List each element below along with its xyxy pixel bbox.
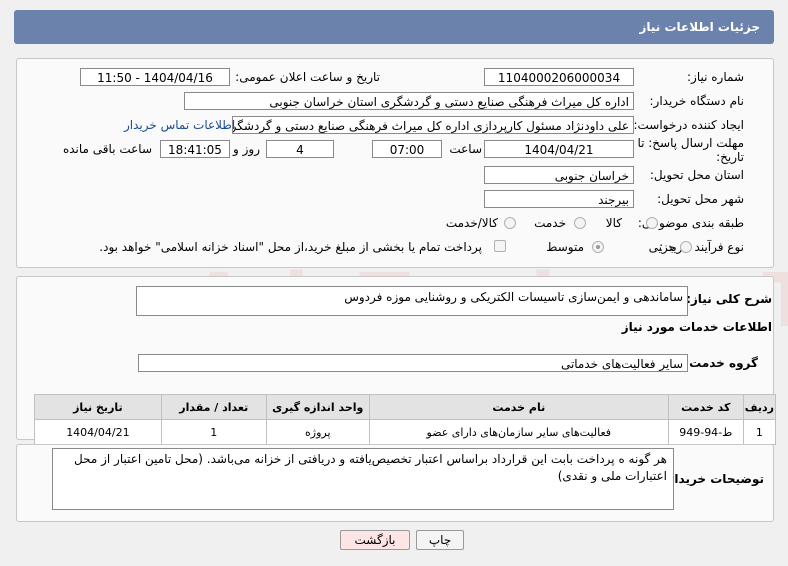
- summary-text: ساماندهی و ایمن‌سازی تاسیسات الکتریکی و …: [344, 290, 683, 304]
- col-service-name: نام خدمت: [368, 394, 669, 420]
- deadline-time-field: 07:00: [372, 140, 442, 158]
- need-number-field: 1104000206000034: [484, 68, 634, 86]
- buyer-notes-label: توضیحات خریدار:: [662, 472, 764, 486]
- process-minor-label: جزیی: [648, 240, 676, 254]
- cell-service-code: ط-94-949: [667, 419, 744, 445]
- treasury-payment-checkbox[interactable]: [494, 240, 506, 252]
- deadline-date-label: تاریخ:: [716, 150, 744, 164]
- remaining-days-field: 4: [266, 140, 334, 158]
- col-row-number: ردیف: [742, 394, 777, 420]
- process-minor-radio[interactable]: [680, 241, 692, 253]
- back-button[interactable]: بازگشت: [340, 530, 410, 550]
- category-service-label: خدمت: [534, 216, 566, 230]
- buyer-org-field: اداره کل میراث فرهنگی صنایع دستی و گردشگ…: [184, 92, 634, 110]
- category-goods-service-radio[interactable]: [504, 217, 516, 229]
- need-number-label: شماره نیاز:: [687, 70, 744, 84]
- process-medium-label: متوسط: [546, 240, 584, 254]
- cell-service-name: فعالیت‌های سایر سازمان‌های دارای عضو: [368, 419, 669, 445]
- col-unit: واحد اندازه گیری: [265, 394, 370, 420]
- print-button[interactable]: چاپ: [416, 530, 464, 550]
- service-group-label: گروه خدمت:: [684, 356, 758, 370]
- days-label: روز و: [233, 142, 260, 156]
- creator-field: علی داودنژاد مسئول کارپردازی اداره کل می…: [232, 116, 634, 134]
- buyer-contact-link[interactable]: اطلاعات تماس خریدار: [124, 118, 235, 132]
- col-quantity: تعداد / مقدار: [160, 394, 267, 420]
- deadline-label: مهلت ارسال پاسخ: تا: [637, 136, 744, 150]
- province-field: خراسان جنوبی: [484, 166, 634, 184]
- cell-quantity: 1: [160, 419, 267, 445]
- remaining-time-label: ساعت باقی مانده: [62, 142, 152, 156]
- province-label: استان محل تحویل:: [649, 168, 744, 182]
- remaining-time-field: 18:41:05: [160, 140, 230, 158]
- request-info-panel: [16, 58, 774, 268]
- announce-date-label: تاریخ و ساعت اعلان عمومی:: [235, 70, 380, 84]
- summary-field: ساماندهی و ایمن‌سازی تاسیسات الکتریکی و …: [136, 286, 688, 316]
- services-section-title: اطلاعات خدمات مورد نیاز: [621, 320, 772, 334]
- creator-label: ایجاد کننده درخواست:: [633, 118, 744, 132]
- service-group-field: سایر فعالیت‌های خدماتی: [138, 354, 688, 372]
- city-field: بیرجند: [484, 190, 634, 208]
- col-service-code: کد خدمت: [667, 394, 744, 420]
- page-title: جزئیات اطلاعات نیاز: [639, 20, 760, 34]
- category-service-radio[interactable]: [574, 217, 586, 229]
- buyer-notes-field: هر گونه ه پرداخت بابت این قرارداد براساس…: [52, 448, 674, 510]
- category-goods-label: کالا: [605, 216, 622, 230]
- table-row: 1 ط-94-949 فعالیت‌های سایر سازمان‌های دا…: [34, 419, 777, 445]
- col-need-date: تاریخ نیاز: [34, 394, 162, 420]
- buyer-notes-text: هر گونه ه پرداخت بابت این قرارداد براساس…: [74, 452, 667, 483]
- cell-need-date: 1404/04/21: [34, 419, 162, 445]
- cell-row-number: 1: [742, 419, 777, 445]
- deadline-date-field: 1404/04/21: [484, 140, 634, 158]
- treasury-payment-note: پرداخت تمام یا بخشی از مبلغ خرید،از محل …: [99, 240, 482, 254]
- summary-label: شرح کلی نیاز:: [686, 292, 772, 306]
- cell-unit: پروژه: [265, 419, 370, 445]
- process-medium-radio[interactable]: [592, 241, 604, 253]
- deadline-time-label: ساعت: [449, 142, 482, 156]
- services-table: ردیف کد خدمت نام خدمت واحد اندازه گیری ت…: [34, 394, 777, 445]
- category-goods-radio[interactable]: [646, 217, 658, 229]
- services-table-wrap: ردیف کد خدمت نام خدمت واحد اندازه گیری ت…: [34, 394, 777, 445]
- category-goods-service-label: کالا/خدمت: [445, 216, 498, 230]
- buyer-org-label: نام دستگاه خریدار:: [649, 94, 745, 108]
- services-table-header: ردیف کد خدمت نام خدمت واحد اندازه گیری ت…: [34, 394, 777, 420]
- page-header: جزئیات اطلاعات نیاز: [14, 10, 774, 44]
- city-label: شهر محل تحویل:: [657, 192, 744, 206]
- announce-date-field: 1404/04/16 - 11:50: [80, 68, 230, 86]
